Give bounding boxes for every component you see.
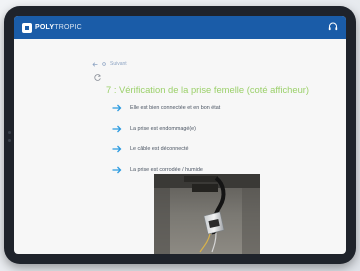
app-screen: POLYTROPIC Suivant 7 : Vérification de l… — [14, 16, 346, 254]
app-header: POLYTROPIC — [14, 16, 346, 39]
connector-photo — [154, 174, 260, 254]
arrow-right-icon — [112, 145, 122, 153]
answer-option-label: La prise est endommagé(e) — [130, 126, 196, 132]
answer-option-3[interactable]: Le câble est déconnecté — [112, 143, 188, 155]
refresh-icon[interactable] — [93, 73, 102, 82]
arrow-right-icon — [112, 104, 122, 112]
brand-logo: POLYTROPIC — [22, 22, 82, 33]
logo-icon — [22, 22, 32, 33]
answer-option-2[interactable]: La prise est endommagé(e) — [112, 123, 196, 135]
arrow-right-icon — [112, 166, 122, 174]
side-sensor-icon — [8, 139, 11, 142]
arrow-right-icon — [112, 125, 122, 133]
answer-option-label: La prise est corrodée / humide — [130, 167, 203, 173]
headset-icon[interactable] — [327, 21, 339, 33]
side-sensor-icon — [8, 131, 11, 134]
connector-photo-image — [154, 174, 260, 254]
back-link[interactable]: Suivant — [92, 61, 127, 67]
step-title: 7 : Vérification de la prise femelle (co… — [106, 84, 310, 95]
answer-option-1[interactable]: Elle est bien connectée et en bon état — [112, 102, 220, 114]
brand-name: POLYTROPIC — [35, 24, 82, 31]
step-dot-icon — [102, 62, 106, 66]
arrow-left-icon — [92, 61, 98, 67]
answer-option-label: Elle est bien connectée et en bon état — [130, 105, 221, 111]
answer-option-label: Le câble est déconnecté — [130, 146, 189, 152]
tablet-frame: POLYTROPIC Suivant 7 : Vérification de l… — [4, 6, 356, 264]
back-label: Suivant — [110, 61, 127, 67]
